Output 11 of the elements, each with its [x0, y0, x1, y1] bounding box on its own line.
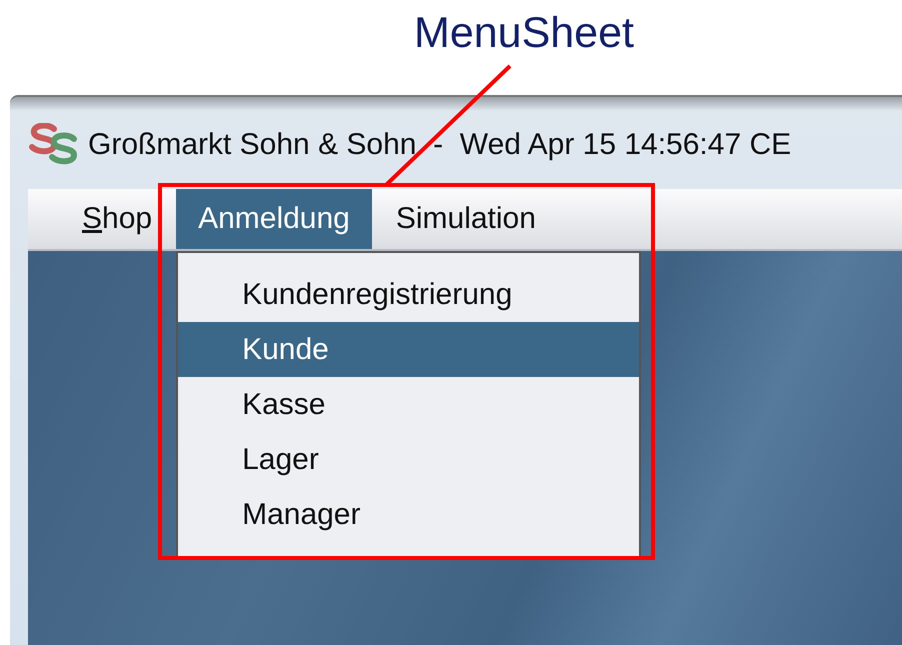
window-title: Großmarkt Sohn & Sohn - Wed Apr 15 14:56:47 CE [88, 128, 792, 162]
callout-label: MenuSheet [414, 8, 634, 58]
menu-item[interactable]: Anmeldung [176, 189, 372, 249]
dropdown-item[interactable]: Manager [178, 487, 640, 542]
dropdown-item[interactable]: Kundenregistrierung [178, 267, 640, 322]
logo-icon [28, 123, 78, 167]
menu-item[interactable]: Shop [60, 189, 174, 249]
dropdown-item[interactable]: Kasse [178, 377, 640, 432]
dropdown-item[interactable]: Lager [178, 432, 640, 487]
menu-item[interactable]: Simulation [374, 189, 558, 249]
dropdown-item[interactable]: Kunde [178, 322, 640, 377]
